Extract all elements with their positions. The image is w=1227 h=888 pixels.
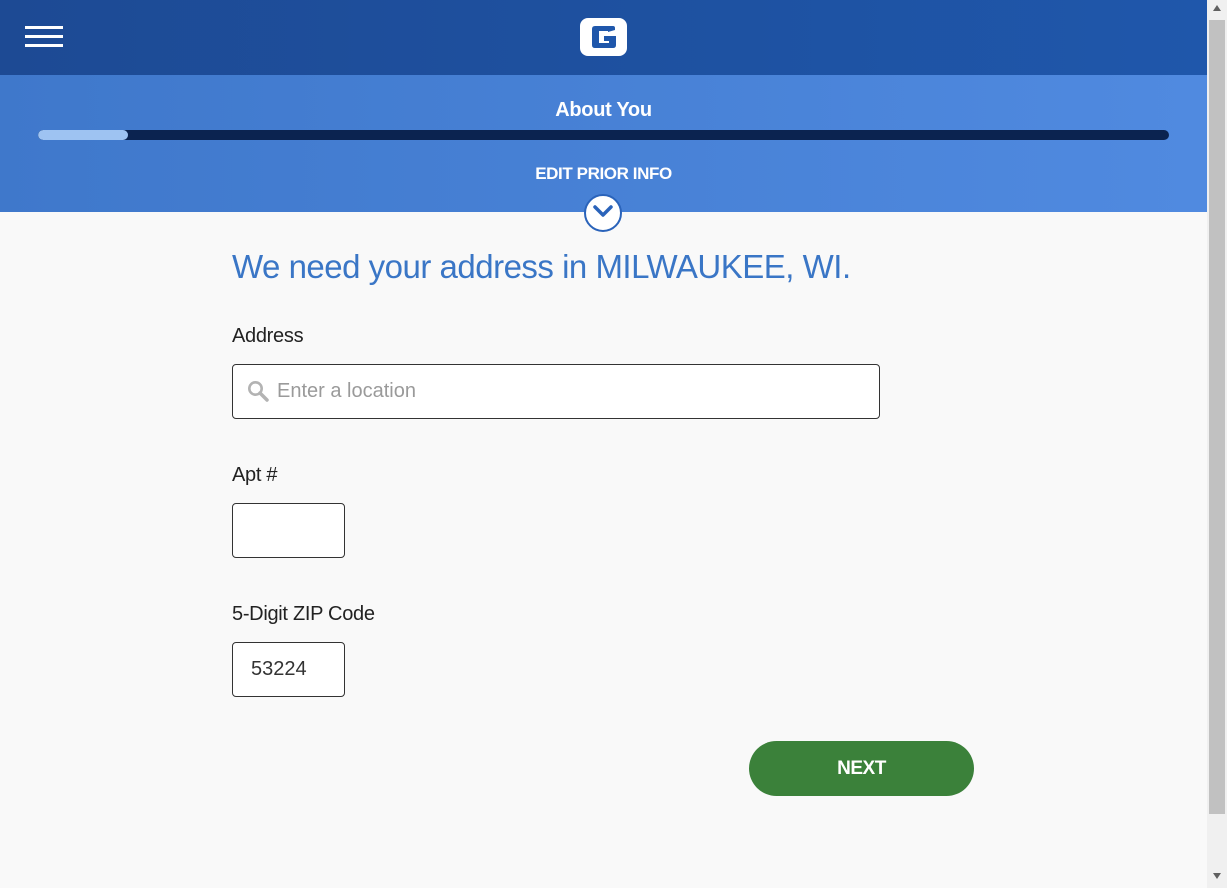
scroll-down-arrow-icon[interactable] bbox=[1213, 873, 1221, 879]
step-title: About You bbox=[555, 99, 652, 121]
apt-label: Apt # bbox=[232, 464, 278, 486]
geico-g-logo-icon[interactable] bbox=[580, 18, 627, 56]
zip-label: 5-Digit ZIP Code bbox=[232, 603, 375, 625]
address-label: Address bbox=[232, 325, 304, 347]
progress-header: About You EDIT PRIOR INFO bbox=[0, 75, 1207, 212]
form-title: We need your address in MILWAUKEE, WI. bbox=[232, 248, 851, 285]
apt-input[interactable] bbox=[233, 504, 344, 557]
address-input-box[interactable] bbox=[232, 364, 880, 419]
search-icon bbox=[248, 381, 269, 402]
chevron-down-circle-icon[interactable] bbox=[584, 194, 622, 232]
page: About You EDIT PRIOR INFO We need your a… bbox=[0, 0, 1207, 888]
scroll-up-arrow-icon[interactable] bbox=[1213, 5, 1221, 11]
next-button[interactable]: NEXT bbox=[749, 741, 974, 796]
edit-prior-info-link[interactable]: EDIT PRIOR INFO bbox=[0, 164, 1207, 184]
apt-input-box[interactable] bbox=[232, 503, 345, 558]
vertical-scrollbar[interactable] bbox=[1207, 0, 1227, 888]
progress-bar-fill bbox=[38, 130, 129, 140]
address-input[interactable] bbox=[233, 365, 879, 418]
zip-input-box[interactable] bbox=[232, 642, 345, 697]
hamburger-menu-icon[interactable] bbox=[25, 26, 63, 48]
zip-input[interactable] bbox=[233, 643, 344, 696]
progress-bar bbox=[38, 130, 1169, 140]
top-navbar bbox=[0, 0, 1207, 75]
scrollbar-thumb[interactable] bbox=[1209, 20, 1225, 814]
